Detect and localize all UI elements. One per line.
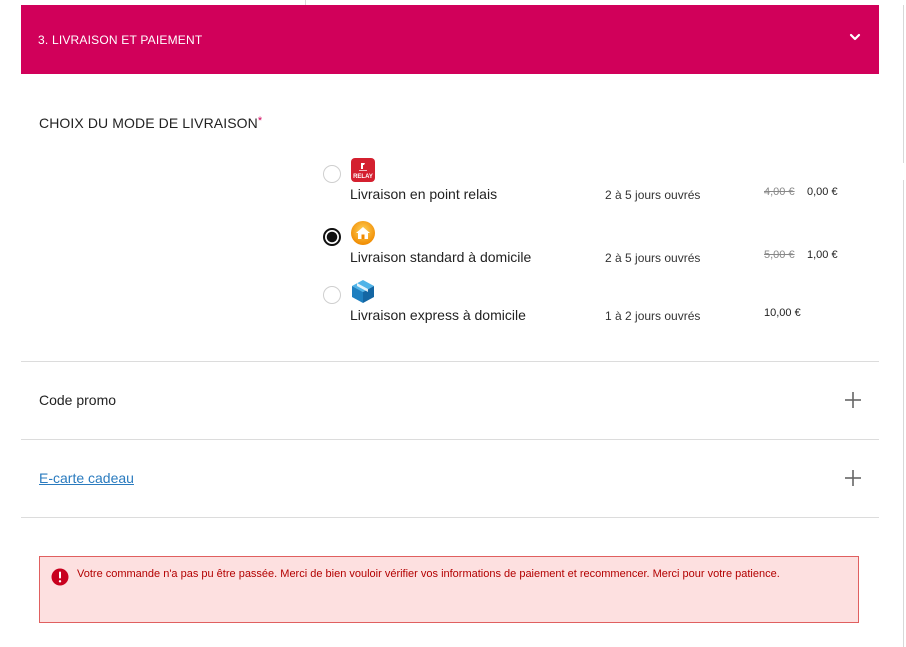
- required-marker: *: [257, 115, 263, 127]
- order-error-alert: Votre commande n'a pas pu être passée. M…: [39, 556, 859, 623]
- shipping-option-standard[interactable]: Livraison standard à domicile 2 à 5 jour…: [320, 221, 860, 284]
- option-delay: 2 à 5 jours ouvrés: [605, 251, 701, 265]
- option-old-price: 5,00 €: [764, 249, 795, 261]
- gift-card-link[interactable]: E-carte cadeau: [39, 470, 134, 486]
- error-icon: [51, 568, 69, 586]
- option-name: Livraison standard à domicile: [350, 249, 532, 265]
- section-title: 3. LIVRAISON ET PAIEMENT: [38, 33, 203, 47]
- promo-code-toggle[interactable]: Code promo: [21, 362, 879, 439]
- promo-code-label: Code promo: [39, 392, 117, 408]
- plus-icon[interactable]: [844, 391, 862, 409]
- shipping-option-relay[interactable]: RELAY Livraison en point relais 2 à 5 jo…: [320, 158, 860, 221]
- option-price: 1,00 €: [807, 249, 838, 261]
- shipping-method-label: CHOIX DU MODE DE LIVRAISON: [39, 115, 258, 131]
- checkout-page: 3. LIVRAISON ET PAIEMENT CHOIX DU MODE D…: [0, 0, 906, 647]
- delivery-payment-section-header[interactable]: 3. LIVRAISON ET PAIEMENT: [21, 5, 879, 74]
- option-price: 0,00 €: [807, 186, 838, 198]
- chevron-down-icon: [849, 33, 861, 41]
- plus-icon[interactable]: [844, 469, 862, 487]
- relay-logo-text: RELAY: [353, 174, 373, 180]
- shipping-method-heading: CHOIX DU MODE DE LIVRAISON*: [39, 115, 262, 131]
- option-price: 10,00 €: [764, 307, 801, 319]
- mondial-relay-icon: RELAY: [351, 158, 375, 182]
- gift-card-toggle[interactable]: E-carte cadeau: [21, 440, 879, 517]
- radio-relay[interactable]: [323, 165, 341, 183]
- option-delay: 1 à 2 jours ouvrés: [605, 309, 701, 323]
- error-message: Votre commande n'a pas pu être passée. M…: [77, 568, 780, 580]
- page-edge: [903, 5, 904, 163]
- divider: [21, 517, 879, 518]
- radio-standard[interactable]: [323, 228, 341, 246]
- option-delay: 2 à 5 jours ouvrés: [605, 188, 701, 202]
- option-name: Livraison express à domicile: [350, 307, 526, 323]
- page-edge: [903, 180, 904, 647]
- home-icon: [351, 221, 375, 245]
- option-name: Livraison en point relais: [350, 186, 498, 202]
- package-box-icon: [352, 280, 374, 303]
- shipping-option-express[interactable]: Livraison express à domicile 1 à 2 jours…: [320, 280, 860, 342]
- radio-express[interactable]: [323, 286, 341, 304]
- option-old-price: 4,00 €: [764, 186, 795, 198]
